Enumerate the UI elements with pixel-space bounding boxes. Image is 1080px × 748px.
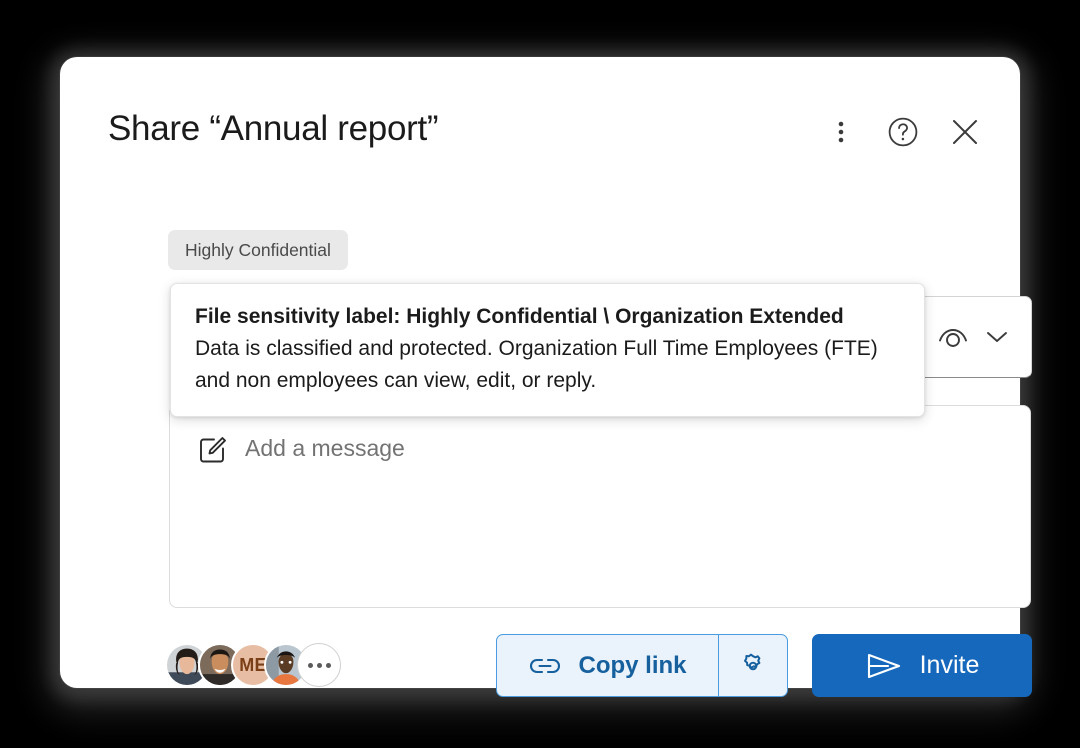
- permission-select[interactable]: [912, 296, 1032, 378]
- help-button[interactable]: [886, 115, 920, 149]
- dialog-header: Share “Annual report”: [108, 109, 982, 169]
- message-placeholder: Add a message: [245, 435, 405, 461]
- share-dialog: Share “Annual report” Highly Confidentia…: [60, 57, 1032, 697]
- help-circle-icon: [888, 117, 918, 147]
- page-title: Share “Annual report”: [108, 109, 439, 148]
- close-icon: [953, 120, 977, 144]
- eye-icon: [939, 329, 967, 347]
- sensitivity-badge-label: Highly Confidential: [185, 239, 331, 260]
- status-badge[interactable]: Highly Confidential: [168, 230, 348, 270]
- sensitivity-tooltip: File sensitivity label: Highly Confident…: [170, 283, 925, 418]
- edit-square-icon: [200, 437, 226, 463]
- close-button[interactable]: [948, 115, 982, 149]
- header-actions: [824, 115, 982, 149]
- invite-label: Invite: [919, 651, 980, 679]
- copy-link-split-button: Copy link: [496, 634, 788, 697]
- avatar-initials-label: ME: [239, 654, 267, 675]
- ellipsis-dot: [325, 662, 331, 668]
- copy-link-label: Copy link: [578, 651, 687, 679]
- gear-icon: [744, 653, 761, 670]
- tooltip-title: File sensitivity label: Highly Confident…: [195, 305, 844, 328]
- invite-button[interactable]: Invite: [812, 634, 1032, 697]
- message-input[interactable]: Add a message: [169, 405, 1031, 608]
- link-settings-button[interactable]: [718, 635, 787, 696]
- ellipsis-dot: [316, 662, 322, 668]
- send-icon: [867, 653, 900, 678]
- ellipsis-dot: [307, 662, 313, 668]
- chevron-down-icon: [987, 332, 1007, 342]
- more-options-button[interactable]: [824, 115, 858, 149]
- link-icon: [530, 658, 561, 673]
- avatar-overflow-button[interactable]: [297, 643, 341, 687]
- tooltip-body: Data is classified and protected. Organi…: [195, 337, 878, 392]
- avatar-stack: ME: [165, 643, 341, 687]
- copy-link-button[interactable]: Copy link: [497, 635, 718, 696]
- more-vertical-icon: [838, 121, 844, 143]
